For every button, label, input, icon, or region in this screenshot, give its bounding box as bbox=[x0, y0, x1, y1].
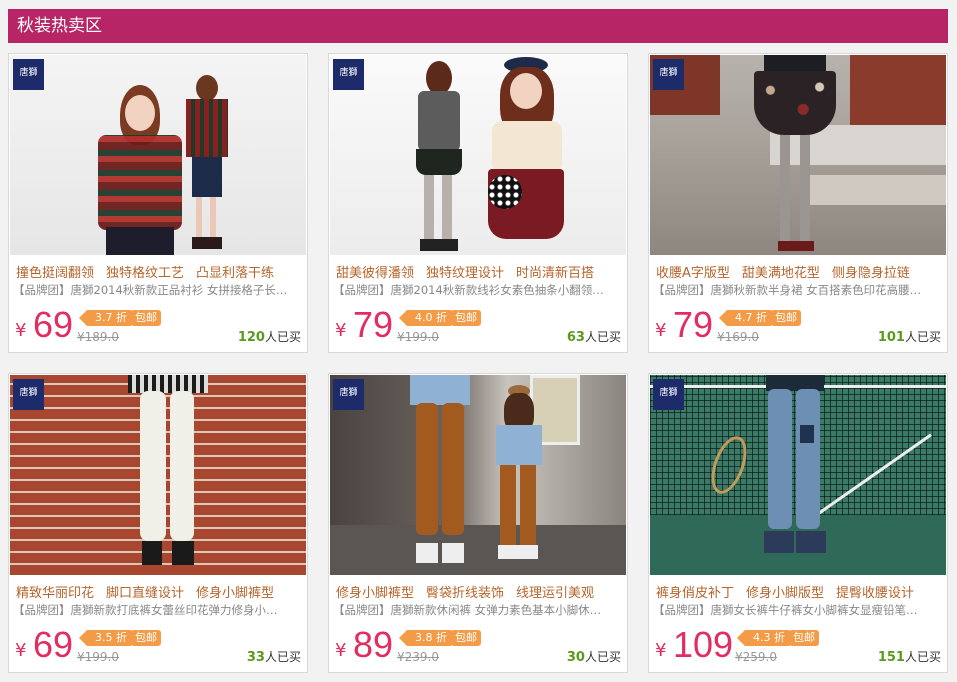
product-title-link[interactable]: 【品牌团】唐獅新款休闲裤 女弹力素色基本小脚休… bbox=[333, 602, 623, 618]
product-tag: 修身小脚版型 bbox=[746, 586, 825, 601]
product-tag: 臀袋折线装饰 bbox=[426, 586, 505, 601]
product-title-link[interactable]: 【品牌团】唐獅2014秋新款正品衬衫 女拼接格子长… bbox=[13, 282, 303, 298]
original-price: ¥189.0 bbox=[77, 330, 119, 344]
product-card[interactable]: 唐獅 修身小脚裤型 臀袋折线装饰 线理运引美观 【品牌团】唐獅新款休闲裤 女弹力素色… bbox=[328, 373, 628, 673]
brand-logo: 唐獅 bbox=[653, 59, 684, 90]
sale-price: 69 bbox=[33, 624, 74, 665]
product-title-link[interactable]: 【品牌团】唐獅新款打底裤女蕾丝印花弹力修身小… bbox=[13, 602, 303, 618]
product-title-link[interactable]: 【品牌团】唐獅2014秋新款线衫女素色抽条小翻领… bbox=[333, 282, 623, 298]
sold-count: 63人已买 bbox=[566, 330, 621, 345]
product-tag: 撞色挺阔翻领 bbox=[16, 266, 95, 281]
product-tag: 修身小脚裤型 bbox=[196, 586, 275, 601]
brand-logo: 唐獅 bbox=[333, 379, 364, 410]
discount-badge: 3.5 折 bbox=[79, 630, 133, 646]
product-tags: 撞色挺阔翻领 独特格纹工艺 凸显利落干练 bbox=[16, 262, 304, 281]
product-image[interactable]: 唐獅 bbox=[330, 55, 626, 255]
discount-badge: 3.8 折 bbox=[399, 630, 453, 646]
original-price: ¥169.0 bbox=[717, 330, 759, 344]
free-shipping-badge: 包邮 bbox=[789, 630, 819, 646]
product-image[interactable]: 唐獅 bbox=[650, 375, 946, 575]
product-tag: 收腰A字版型 bbox=[656, 266, 730, 281]
product-tags: 收腰A字版型 甜美满地花型 侧身隐身拉链 bbox=[656, 262, 944, 281]
sold-count: 30人已买 bbox=[566, 650, 621, 665]
product-card[interactable]: 唐獅 收腰A字版型 甜美满地花型 侧身隐身拉链 【品牌团】唐獅秋新款半身裙 女百搭素… bbox=[648, 53, 948, 353]
product-card[interactable]: 唐獅 精致华丽印花 脚口直缝设计 修身小脚裤型 【品牌团】唐獅新款打底裤女蕾丝印花弹… bbox=[8, 373, 308, 673]
free-shipping-badge: 包邮 bbox=[451, 630, 481, 646]
brand-logo: 唐獅 bbox=[13, 59, 44, 90]
product-tags: 裤身俏皮补丁 修身小脚版型 提臀收腰设计 bbox=[656, 582, 944, 601]
currency-symbol: ¥ bbox=[15, 640, 27, 661]
discount-badge: 4.0 折 bbox=[399, 310, 453, 326]
sale-price: 79 bbox=[353, 304, 394, 345]
brand-logo: 唐獅 bbox=[653, 379, 684, 410]
brand-logo: 唐獅 bbox=[333, 59, 364, 90]
product-tag: 独特纹理设计 bbox=[426, 266, 505, 281]
product-tag: 线理运引美观 bbox=[516, 586, 595, 601]
product-tags: 修身小脚裤型 臀袋折线装饰 线理运引美观 bbox=[336, 582, 624, 601]
product-tag: 裤身俏皮补丁 bbox=[656, 586, 735, 601]
sold-count: 151人已买 bbox=[877, 650, 941, 665]
original-price: ¥199.0 bbox=[397, 330, 439, 344]
product-tag: 甜美满地花型 bbox=[741, 266, 820, 281]
free-shipping-badge: 包邮 bbox=[771, 310, 801, 326]
section-title: 秋装热卖区 bbox=[17, 16, 102, 36]
sale-price: 89 bbox=[353, 624, 394, 665]
product-tags: 精致华丽印花 脚口直缝设计 修身小脚裤型 bbox=[16, 582, 304, 601]
product-title-link[interactable]: 【品牌团】唐獅女长裤牛仔裤女小脚裤女显瘦铅笔… bbox=[653, 602, 943, 618]
free-shipping-badge: 包邮 bbox=[451, 310, 481, 326]
currency-symbol: ¥ bbox=[15, 320, 27, 341]
product-tag: 提臀收腰设计 bbox=[836, 586, 915, 601]
discount-badge: 4.3 折 bbox=[737, 630, 791, 646]
product-tag: 凸显利落干练 bbox=[196, 266, 275, 281]
product-tag: 甜美彼得潘领 bbox=[336, 266, 415, 281]
original-price: ¥239.0 bbox=[397, 650, 439, 664]
currency-symbol: ¥ bbox=[655, 320, 667, 341]
product-card[interactable]: 唐獅 撞色挺阔翻领 独特格纹工艺 凸显利落干练 【品牌团】唐獅2014秋新款正品衬衫… bbox=[8, 53, 308, 353]
sold-count: 120人已买 bbox=[237, 330, 301, 345]
free-shipping-badge: 包邮 bbox=[131, 630, 161, 646]
sale-price: 69 bbox=[33, 304, 74, 345]
product-card[interactable]: 唐獅 裤身俏皮补丁 修身小脚版型 提臀收腰设计 【品牌团】唐獅女长裤牛仔裤女小脚裤女… bbox=[648, 373, 948, 673]
original-price: ¥259.0 bbox=[735, 650, 777, 664]
sale-price: 79 bbox=[673, 304, 714, 345]
product-image[interactable]: 唐獅 bbox=[10, 375, 306, 575]
sold-count: 33人已买 bbox=[246, 650, 301, 665]
discount-badge: 3.7 折 bbox=[79, 310, 133, 326]
currency-symbol: ¥ bbox=[335, 640, 347, 661]
free-shipping-badge: 包邮 bbox=[131, 310, 161, 326]
product-tags: 甜美彼得潘领 独特纹理设计 时尚清新百搭 bbox=[336, 262, 624, 281]
product-tag: 独特格纹工艺 bbox=[106, 266, 185, 281]
product-image[interactable]: 唐獅 bbox=[650, 55, 946, 255]
product-tag: 脚口直缝设计 bbox=[106, 586, 185, 601]
sale-price: 109 bbox=[673, 624, 734, 665]
product-tag: 时尚清新百搭 bbox=[516, 266, 595, 281]
product-image[interactable]: 唐獅 bbox=[330, 375, 626, 575]
currency-symbol: ¥ bbox=[335, 320, 347, 341]
product-image[interactable]: 唐獅 bbox=[10, 55, 306, 255]
original-price: ¥199.0 bbox=[77, 650, 119, 664]
discount-badge: 4.7 折 bbox=[719, 310, 773, 326]
brand-logo: 唐獅 bbox=[13, 379, 44, 410]
currency-symbol: ¥ bbox=[655, 640, 667, 661]
section-header: 秋装热卖区 bbox=[8, 9, 948, 43]
product-tag: 侧身隐身拉链 bbox=[831, 266, 910, 281]
product-title-link[interactable]: 【品牌团】唐獅秋新款半身裙 女百搭素色印花高腰… bbox=[653, 282, 943, 298]
product-tag: 精致华丽印花 bbox=[16, 586, 95, 601]
product-tag: 修身小脚裤型 bbox=[336, 586, 415, 601]
product-card[interactable]: 唐獅 甜美彼得潘领 独特纹理设计 时尚清新百搭 【品牌团】唐獅2014秋新款线衫女素… bbox=[328, 53, 628, 353]
sold-count: 101人已买 bbox=[877, 330, 941, 345]
